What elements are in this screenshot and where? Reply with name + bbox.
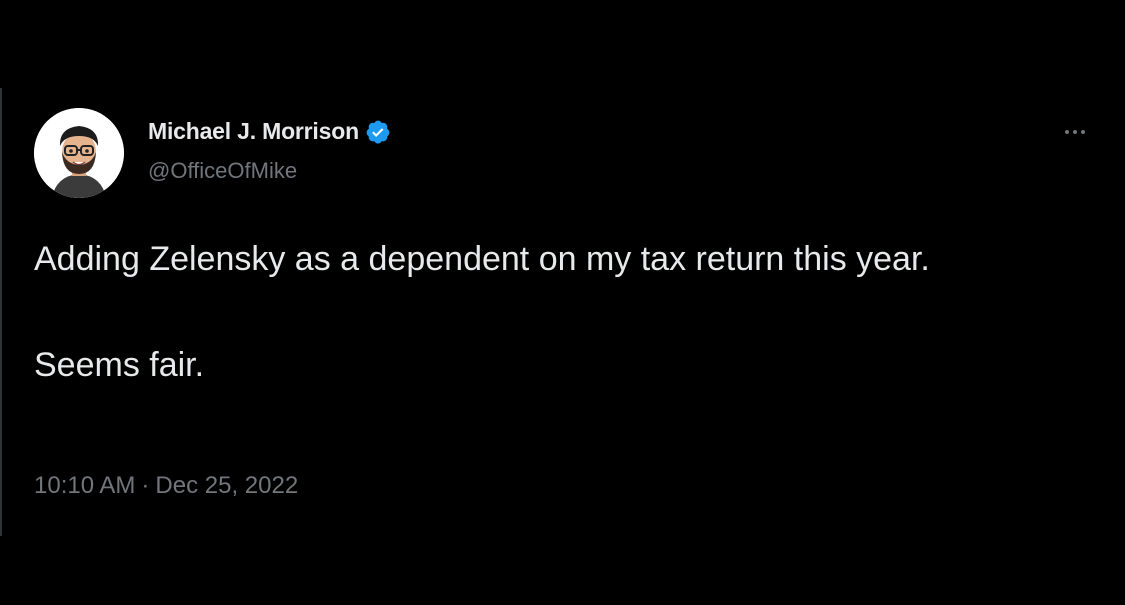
tweet-time[interactable]: 10:10 AM xyxy=(34,472,135,500)
timestamp-row: 10:10 AM · Dec 25, 2022 xyxy=(34,472,298,500)
avatar[interactable] xyxy=(34,108,124,198)
bitmoji-avatar-icon xyxy=(34,108,124,198)
more-horizontal-icon xyxy=(1073,130,1077,134)
tweet-card[interactable]: Michael J. Morrison @OfficeOfMike Adding… xyxy=(0,88,1125,536)
tweet-text-line: Adding Zelensky as a dependent on my tax… xyxy=(34,240,930,278)
tweet-text-line: Seems fair. xyxy=(34,346,205,384)
author-name-row: Michael J. Morrison xyxy=(148,118,391,145)
more-horizontal-icon xyxy=(1065,130,1069,134)
verified-badge-icon xyxy=(365,119,391,145)
tweet-date[interactable]: Dec 25, 2022 xyxy=(155,472,298,500)
timestamp-separator: · xyxy=(141,472,150,499)
author-display-name[interactable]: Michael J. Morrison xyxy=(148,118,359,145)
more-horizontal-icon xyxy=(1081,130,1085,134)
author-handle[interactable]: @OfficeOfMike xyxy=(148,158,297,184)
more-options-button[interactable] xyxy=(1057,122,1093,142)
tweet-text: Adding Zelensky as a dependent on my tax… xyxy=(34,236,1094,388)
